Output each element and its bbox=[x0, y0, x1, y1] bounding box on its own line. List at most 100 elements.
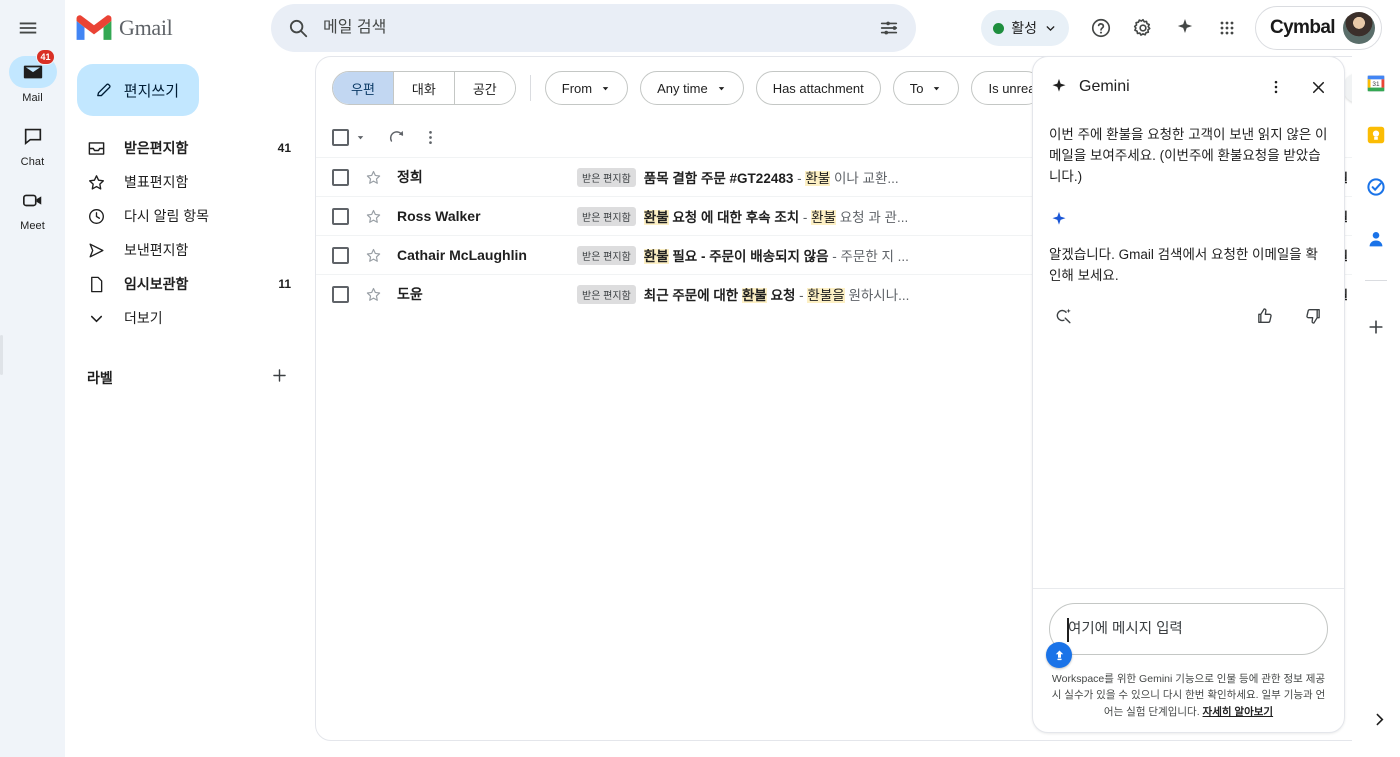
gemini-message-input[interactable] bbox=[1068, 621, 1309, 637]
chevron-right-icon bbox=[1371, 711, 1388, 728]
row-checkbox[interactable] bbox=[332, 169, 349, 186]
filter-chip-from[interactable]: From bbox=[545, 71, 628, 105]
row-subject: 환불 요청 에 대한 후속 조치 - 환불 요청 과 관... bbox=[644, 206, 908, 226]
chevron-down-icon bbox=[355, 132, 366, 143]
sidebar-item-inbox-label: 받은편지함 bbox=[124, 138, 260, 158]
inbox-label-tag: 받은 편지함 bbox=[577, 168, 636, 187]
select-all-dropdown-button[interactable] bbox=[349, 120, 371, 154]
google-tasks-icon[interactable] bbox=[1365, 176, 1387, 198]
side-apps-rail: 31 bbox=[1352, 56, 1400, 757]
gemini-spark-icon bbox=[1049, 77, 1069, 97]
rail-item-chat[interactable]: Chat bbox=[5, 120, 61, 168]
gemini-response-spark bbox=[1049, 210, 1328, 235]
hamburger-menu-button[interactable] bbox=[8, 8, 48, 48]
gemini-spark-icon bbox=[1174, 17, 1196, 39]
row-sender: 도윤 bbox=[397, 284, 577, 304]
select-all-checkbox[interactable] bbox=[332, 129, 349, 146]
gemini-toggle-button[interactable] bbox=[1165, 8, 1205, 48]
mail-type-segmented-control: 우편 대화 공간 bbox=[332, 71, 516, 105]
star-outline-icon[interactable] bbox=[359, 208, 387, 225]
search-bar[interactable] bbox=[271, 4, 916, 52]
sidebar: 편지쓰기 받은편지함 41 별표편지함 bbox=[65, 56, 315, 757]
rail-item-meet[interactable]: Meet bbox=[5, 184, 61, 232]
inbox-icon bbox=[87, 139, 106, 158]
more-options-button[interactable] bbox=[413, 120, 447, 154]
sidebar-item-starred[interactable]: 별표편지함 bbox=[65, 166, 305, 198]
filter-chip-has-attachment-label: Has attachment bbox=[773, 81, 864, 96]
row-sender: 정희 bbox=[397, 167, 577, 187]
inbox-label-tag: 받은 편지함 bbox=[577, 285, 636, 304]
sidebar-item-drafts-label: 임시보관함 bbox=[124, 274, 260, 294]
gmail-logo[interactable]: Gmail bbox=[75, 13, 265, 43]
sidebar-item-sent[interactable]: 보낸편지함 bbox=[65, 234, 305, 266]
row-checkbox[interactable] bbox=[332, 247, 349, 264]
filter-chip-to[interactable]: To bbox=[893, 71, 960, 105]
thumbs-up-icon bbox=[1255, 306, 1275, 326]
star-outline-icon[interactable] bbox=[359, 169, 387, 186]
workspace-brand-chip[interactable]: Cymbal bbox=[1255, 6, 1382, 50]
help-button[interactable] bbox=[1081, 8, 1121, 48]
refine-search-icon[interactable] bbox=[1049, 301, 1079, 331]
close-icon bbox=[1309, 78, 1328, 97]
text-caret bbox=[1067, 618, 1069, 642]
send-up-arrow-icon bbox=[1052, 648, 1067, 663]
compose-button[interactable]: 편지쓰기 bbox=[77, 64, 199, 116]
search-icon bbox=[287, 17, 309, 39]
sidebar-item-drafts[interactable]: 임시보관함 11 bbox=[65, 268, 305, 300]
settings-button[interactable] bbox=[1123, 8, 1163, 48]
sidebar-item-snoozed[interactable]: 다시 알림 항목 bbox=[65, 200, 305, 232]
refresh-button[interactable] bbox=[379, 120, 413, 154]
search-input[interactable] bbox=[323, 19, 878, 37]
star-outline-icon[interactable] bbox=[359, 286, 387, 303]
avatar[interactable] bbox=[1343, 12, 1375, 44]
chevron-down-icon bbox=[87, 309, 106, 328]
app-header: Gmail 활성 bbox=[65, 0, 1400, 56]
gemini-user-message: 이번 주에 환불을 요청한 고객이 보낸 읽지 않은 이메일을 보여주세요. (… bbox=[1049, 125, 1328, 188]
gemini-disclaimer: Workspace를 위한 Gemini 기능으로 인물 등에 관한 정보 제공… bbox=[1049, 655, 1328, 722]
star-outline-icon[interactable] bbox=[359, 247, 387, 264]
header-actions: 활성 bbox=[981, 6, 1392, 50]
rail-item-mail[interactable]: 41 Mail bbox=[5, 56, 61, 104]
tab-chat[interactable]: 대화 bbox=[393, 72, 454, 104]
workspace-brand-label: Cymbal bbox=[1270, 17, 1335, 39]
send-icon bbox=[87, 241, 106, 260]
chevron-down-icon bbox=[600, 83, 611, 94]
gmail-app-window: 41 Mail Chat Meet bbox=[0, 0, 1400, 757]
gemini-panel-title: Gemini bbox=[1079, 78, 1250, 96]
tab-mail[interactable]: 우편 bbox=[333, 72, 393, 104]
add-label-button[interactable] bbox=[270, 366, 305, 390]
status-badge[interactable]: 활성 bbox=[981, 10, 1069, 46]
thumbs-down-button[interactable] bbox=[1298, 301, 1328, 331]
gemini-panel-header: Gemini bbox=[1033, 57, 1344, 111]
row-checkbox[interactable] bbox=[332, 286, 349, 303]
chevron-down-icon bbox=[1044, 22, 1057, 35]
filter-chip-has-attachment[interactable]: Has attachment bbox=[756, 71, 881, 105]
tab-spaces[interactable]: 공간 bbox=[454, 72, 515, 104]
google-calendar-icon[interactable]: 31 bbox=[1365, 72, 1387, 94]
search-options-icon[interactable] bbox=[878, 17, 900, 39]
filter-chip-any-time[interactable]: Any time bbox=[640, 71, 744, 105]
google-contacts-icon[interactable] bbox=[1365, 228, 1387, 250]
google-keep-icon[interactable] bbox=[1365, 124, 1387, 146]
sidebar-item-more[interactable]: 더보기 bbox=[65, 302, 305, 334]
gemini-more-button[interactable] bbox=[1260, 71, 1292, 103]
gemini-learn-more-link[interactable]: 자세히 알아보기 bbox=[1203, 706, 1274, 718]
row-checkbox[interactable] bbox=[332, 208, 349, 225]
status-label: 활성 bbox=[1011, 18, 1037, 38]
pencil-icon bbox=[95, 80, 112, 100]
sidebar-item-inbox[interactable]: 받은편지함 41 bbox=[65, 132, 305, 164]
refresh-icon bbox=[387, 128, 406, 147]
app-rail: 41 Mail Chat Meet bbox=[0, 0, 65, 757]
add-app-button[interactable] bbox=[1360, 311, 1392, 343]
sidebar-item-drafts-count: 11 bbox=[278, 277, 305, 291]
row-sender: Cathair McLaughlin bbox=[397, 247, 577, 263]
thumbs-up-button[interactable] bbox=[1250, 301, 1280, 331]
expand-rail-button[interactable] bbox=[1371, 711, 1388, 733]
gemini-close-button[interactable] bbox=[1302, 71, 1334, 103]
svg-text:31: 31 bbox=[1372, 81, 1380, 88]
google-apps-button[interactable] bbox=[1207, 8, 1247, 48]
gemini-message-actions bbox=[1049, 301, 1328, 331]
labels-title: 라벨 bbox=[87, 368, 270, 388]
sidebar-item-sent-label: 보낸편지함 bbox=[124, 240, 273, 260]
gemini-input-wrapper[interactable] bbox=[1049, 603, 1328, 655]
